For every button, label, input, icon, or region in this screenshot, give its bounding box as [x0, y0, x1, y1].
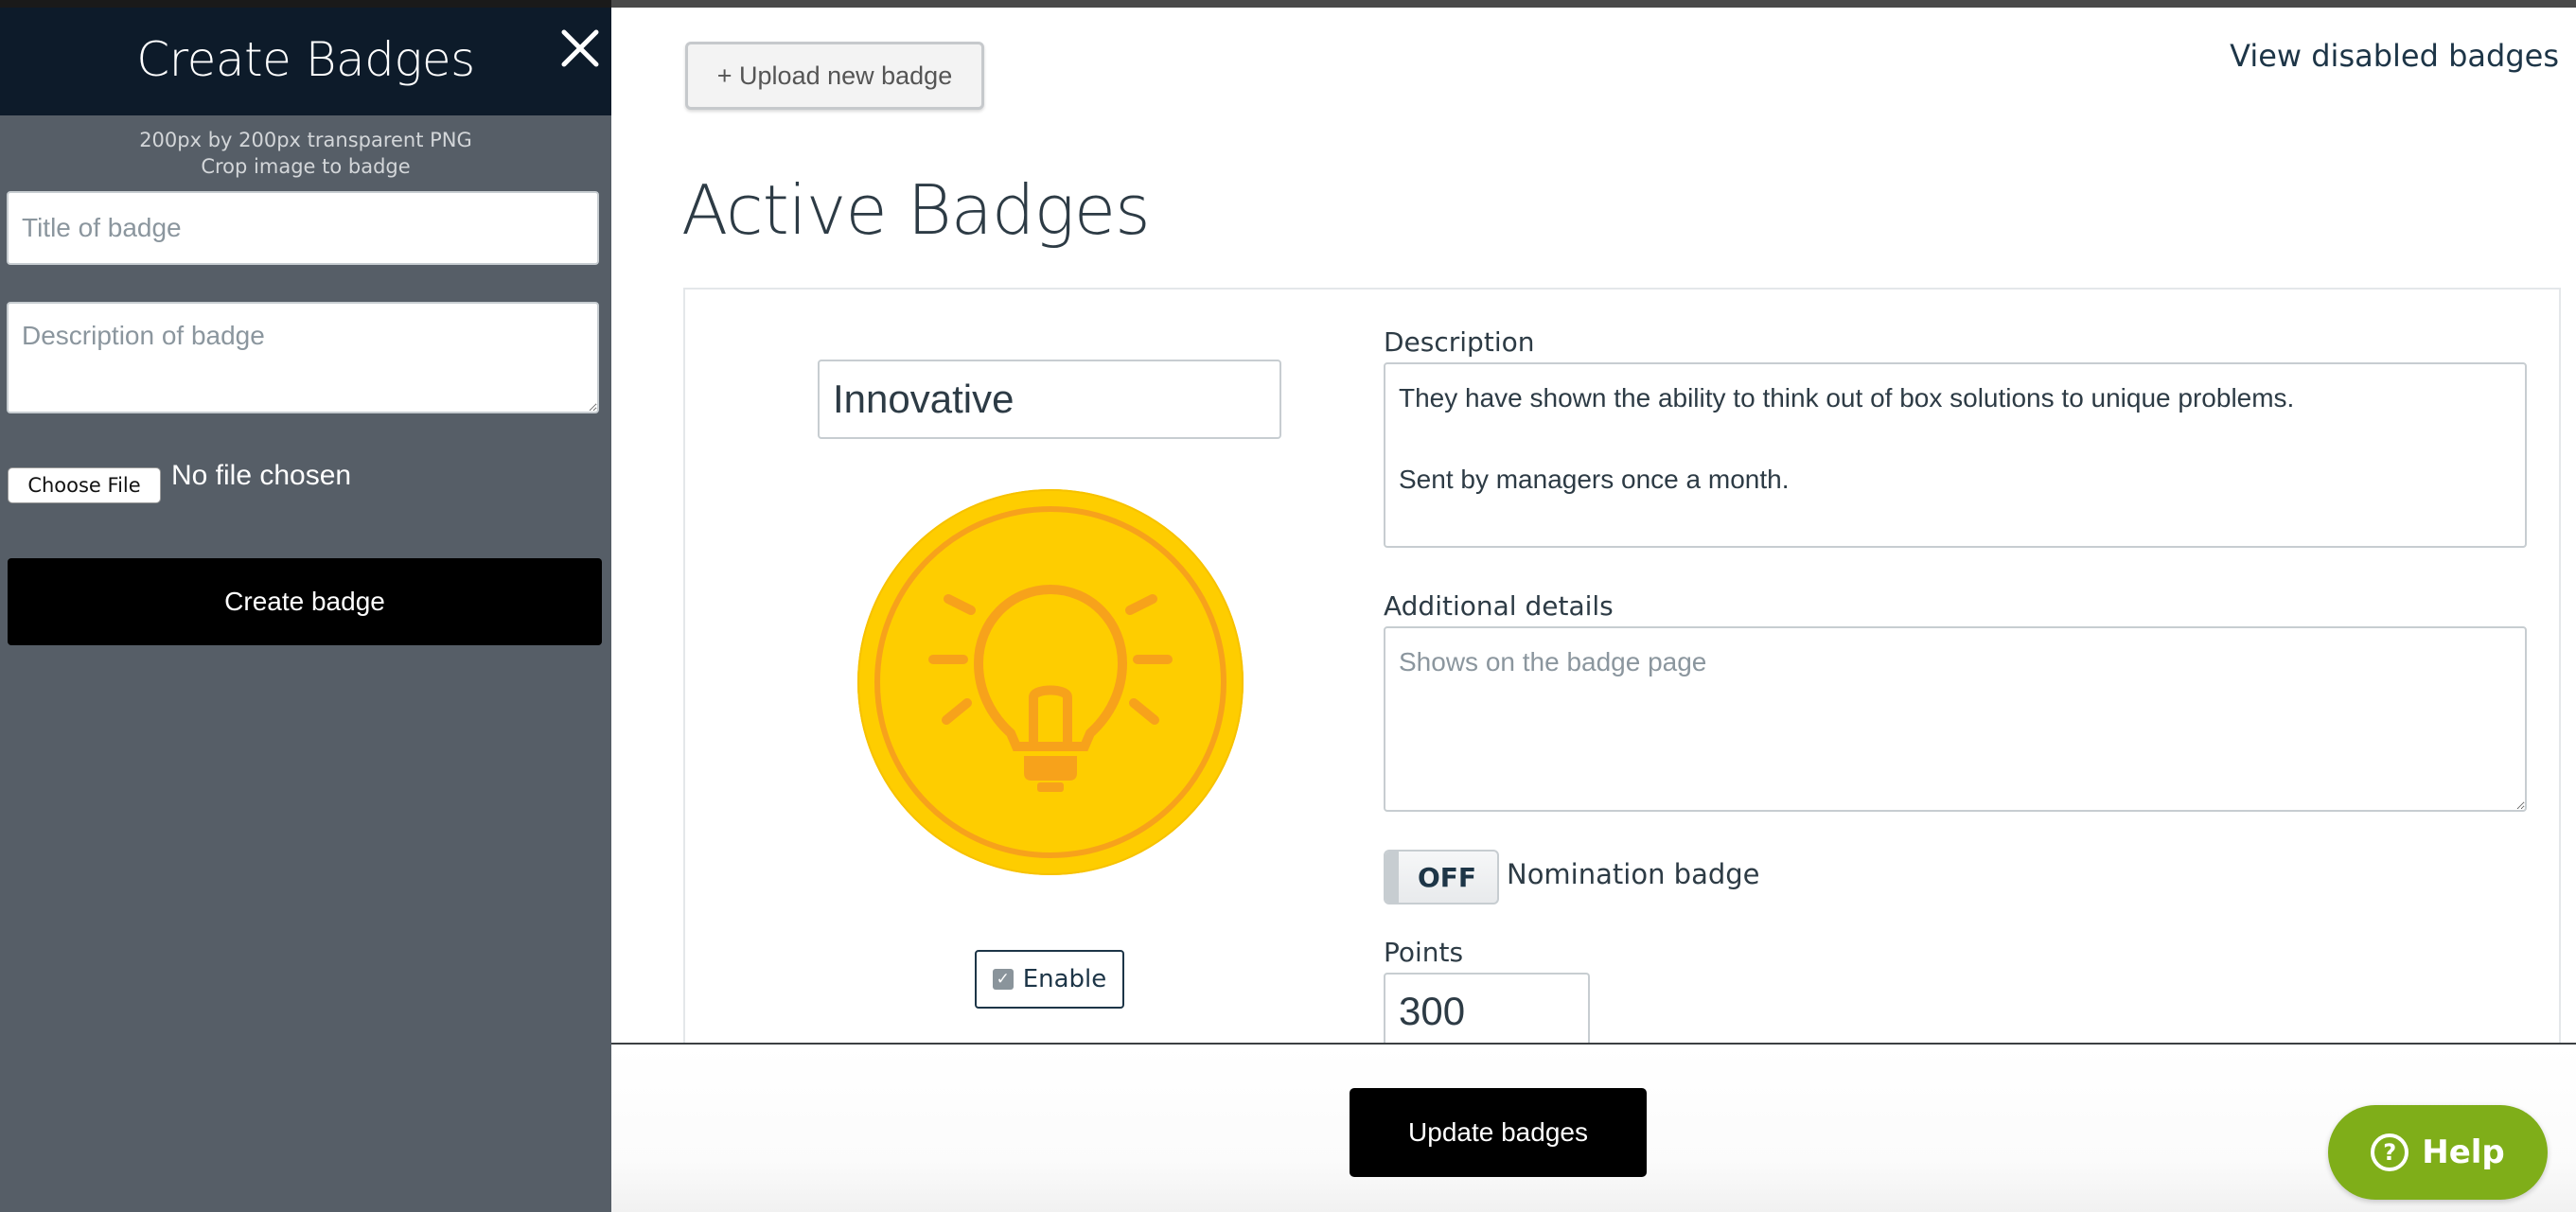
checkbox-checked-icon[interactable]: ✓: [992, 969, 1014, 990]
panel-title: Create Badges: [136, 32, 475, 87]
points-input[interactable]: [1384, 973, 1590, 1048]
page-title: Active Badges: [681, 170, 1151, 250]
file-status-text: No file chosen: [171, 460, 352, 491]
create-badge-button[interactable]: Create badge: [8, 558, 602, 645]
choose-file-button[interactable]: Choose File: [8, 467, 161, 503]
upload-new-badge-button[interactable]: + Upload new badge: [685, 42, 984, 110]
badge-name-input[interactable]: [818, 360, 1281, 439]
panel-header: Create Badges: [0, 8, 611, 115]
badge-title-input[interactable]: [7, 191, 599, 265]
help-button[interactable]: ? Help: [2328, 1105, 2548, 1200]
close-icon[interactable]: [558, 26, 602, 70]
enable-toggle-button[interactable]: ✓ Enable: [975, 950, 1124, 1009]
badge-description-input[interactable]: [7, 302, 599, 413]
crop-hint: Crop image to badge: [201, 155, 411, 178]
lightbulb-icon: [857, 489, 1244, 875]
update-badges-button[interactable]: Update badges: [1350, 1088, 1647, 1177]
toggle-knob: [1385, 852, 1399, 903]
help-label: Help: [2422, 1133, 2505, 1171]
toggle-state: OFF: [1417, 861, 1477, 893]
points-label: Points: [1384, 937, 1464, 968]
additional-details-label: Additional details: [1384, 590, 1614, 622]
nomination-toggle[interactable]: OFF: [1384, 850, 1499, 905]
description-text-line: They have shown the ability to think out…: [1399, 383, 2295, 413]
create-badges-panel: Create Badges 200px by 200px transparent…: [0, 0, 611, 1212]
enable-label: Enable: [1022, 965, 1107, 993]
top-border: [611, 0, 2576, 8]
description-text-line: Sent by managers once a month.: [1399, 465, 1790, 495]
question-icon: ?: [2371, 1133, 2409, 1171]
image-size-hint: 200px by 200px transparent PNG: [139, 129, 472, 151]
view-disabled-badges-link[interactable]: View disabled badges: [2230, 38, 2559, 74]
description-label: Description: [1384, 326, 1535, 358]
additional-details-textarea[interactable]: [1384, 626, 2527, 812]
description-textarea[interactable]: They have shown the ability to think out…: [1384, 362, 2527, 548]
nomination-badge-label: Nomination badge: [1507, 858, 1760, 890]
